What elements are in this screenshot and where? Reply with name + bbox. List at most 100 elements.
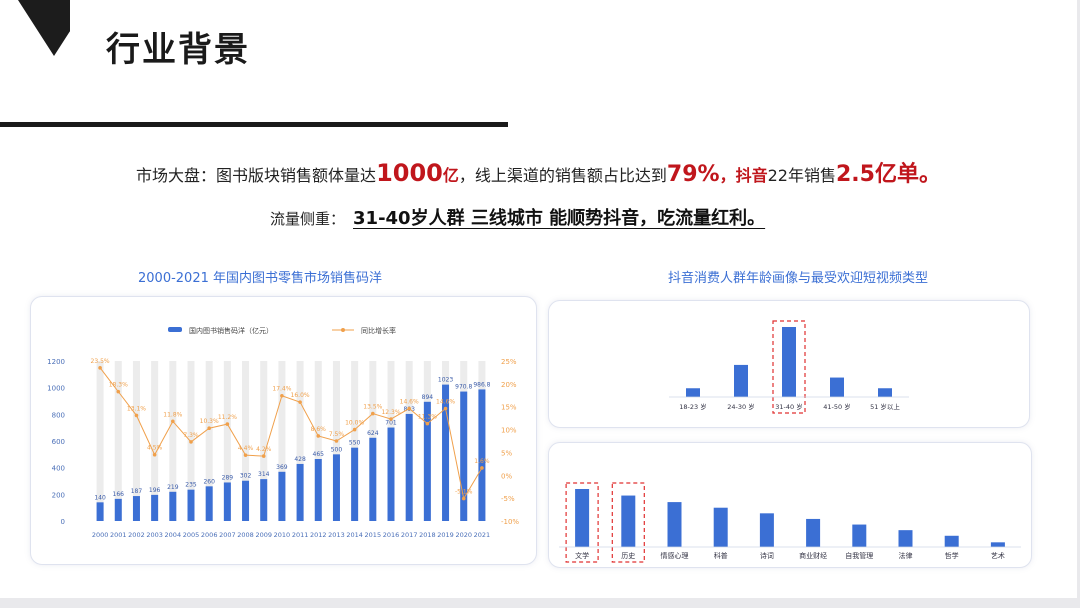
market-value-1000: 1000 [376,159,443,187]
growth-point [461,496,466,501]
x-tick-label: 2014 [346,531,363,539]
x-tick-label: 2018 [419,531,436,539]
chart2-title: 抖音消费人群年龄画像与最受欢迎短视频类型 [668,271,929,286]
market-value-orders: 2.5亿单。 [835,162,941,187]
genre-x-label: 艺术 [991,551,1005,560]
x-tick-label: 2012 [310,531,327,539]
genre-chart-svg: 文学 历史 情感心理 科普 诗词 商业财经 自我管理 法律 哲学 艺术 [559,482,1021,563]
sales-bar-label: 894 [422,394,434,401]
y-tick-label: 1000 [47,385,65,393]
x-tick-label: 2021 [474,531,491,539]
y-tick-label: 800 [52,411,65,419]
x-tick-label: 2010 [274,531,291,539]
sales-bar-label: 235 [185,482,197,489]
y2-tick-label: 20% [501,381,517,389]
growth-label: 10.0% [345,420,364,427]
growth-point [98,366,102,370]
y2-tick-label: 15% [501,404,517,412]
sales-bar-label: 624 [367,430,379,437]
growth-point [225,422,230,426]
x-tick-label: 2004 [165,531,182,539]
y-tick-label: 1200 [47,358,65,366]
growth-label: 14.6% [436,399,455,406]
growth-point [280,393,284,398]
genre-x-label: 自我管理 [845,551,873,560]
genre-x-label: 历史 [621,551,635,560]
y2-tick-label: 0% [501,472,512,480]
sales-bar [187,489,195,521]
growth-label: 12.3% [381,409,400,416]
growth-point [116,389,121,394]
title-underline-bar [0,122,508,127]
market-text-3: ， [719,166,736,185]
x-tick-label: 2008 [237,531,254,539]
age-bar [830,377,844,397]
genre-x-label: 法律 [899,551,913,560]
age-x-label: 24-30 岁 [727,402,754,411]
growth-label: 23.5% [91,358,110,365]
sales-bar-label: 187 [131,488,143,495]
sales-bar [242,480,250,521]
x-tick-label: 2007 [219,531,236,539]
age-x-label: 31-40 岁 [775,402,802,411]
genre-bar [990,542,1005,547]
y2-tick-label: 25% [501,358,517,366]
growth-point [425,421,430,426]
x-tick-label: 2017 [401,531,418,539]
x-tick-label: 2011 [292,531,309,539]
growth-label: 17.4% [272,386,291,393]
age-bar [878,388,892,397]
x-tick-label: 2016 [383,531,400,539]
market-text-1: 市场大盘：图书版块销售额体量达 [136,166,377,185]
chart1-title: 2000-2021 年国内图书零售市场销售码洋 [138,271,382,286]
genre-x-label: 文学 [575,551,589,560]
sales-chart-svg: 国内图书销售码洋（亿元） 同比增长率 0 200 400 600 800 1000 1200 -1… [47,326,519,539]
genre-bar [944,535,959,547]
traffic-emphasis: 31-40岁人群 三线城市 能顺势抖音，吃流量红利。 [353,208,766,229]
sales-bar [478,389,486,521]
genre-bar [575,489,590,547]
growth-label: 14.6% [400,399,419,406]
x-tick-label: 2005 [183,531,200,539]
sales-bar [387,427,395,521]
growth-label: 13.1% [127,405,146,412]
x-tick-label: 2000 [92,531,109,539]
market-text-4: 22年销售 [767,166,836,185]
genre-x-label: 哲学 [945,551,959,560]
sales-bar [132,496,140,521]
genre-x-label: 科普 [714,551,728,560]
sales-bar [205,486,213,521]
age-x-label: 41-50 岁 [823,402,850,411]
x-tick-label: 2002 [128,531,145,539]
sales-bar [314,459,322,521]
sales-bar [260,479,268,521]
sales-bar-label: 550 [349,440,361,447]
y2-tick-label: 5% [501,449,512,457]
sales-bar-label: 289 [222,474,234,481]
traffic-focus-line: 流量侧重： 31-40岁人群 三线城市 能顺势抖音，吃流量红利。 [270,204,773,230]
sales-bar [369,437,377,521]
x-tick-label: 2003 [146,531,163,539]
x-tick-label: 2013 [328,531,345,539]
sales-bar-label: 314 [258,471,270,478]
market-summary-line: 市场大盘：图书版块销售额体量达1000亿，线上渠道的销售额占比达到79%，抖音2… [0,156,1077,188]
growth-point [152,452,157,457]
growth-label: 11.3% [418,414,437,421]
age-x-label: 51 岁以上 [870,402,900,411]
genre-bar [713,507,728,547]
age-bar [782,327,796,397]
market-brand-douyin: 抖音 [735,166,768,185]
market-text-2: ，线上渠道的销售额占比达到 [458,166,667,185]
sales-bar-label: 369 [276,464,288,471]
x-tick-label: 2006 [201,531,218,539]
sales-bar [114,498,122,521]
legend-line-label: 同比增长率 [361,326,396,335]
growth-label: 1.6% [474,458,490,465]
growth-point [316,434,321,438]
growth-point [243,453,248,457]
growth-point [171,419,175,424]
sales-bar-label: 166 [113,491,125,498]
growth-label: 10.3% [200,418,219,425]
growth-point [480,466,484,470]
traffic-label: 流量侧重： [270,210,346,228]
